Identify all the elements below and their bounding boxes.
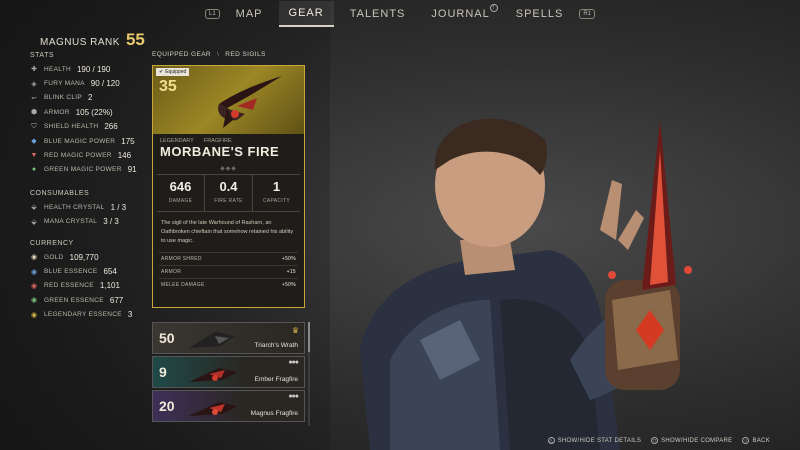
currency-green-essence[interactable]: ◉ GREEN ESSENCE 677	[30, 293, 132, 307]
stats-title: STATS	[30, 52, 55, 59]
equipped-tag: ✔ Equipped	[156, 68, 190, 76]
legendary-essence-icon: ◉	[30, 311, 38, 319]
item-stat-damage: 646 DAMAGE	[157, 175, 205, 211]
breadcrumb-red-sigils: RED SIGILS	[225, 51, 266, 58]
item-name: MORBANE'S FIRE	[160, 144, 280, 159]
sigil-name: Triarch's Wrath	[254, 342, 299, 349]
health-crystal-icon: ⬙	[31, 204, 37, 212]
journal-notification-icon: !	[489, 4, 498, 12]
crown-icon: ♛	[291, 326, 299, 335]
shield-icon: ⛉	[31, 122, 37, 130]
hint-compare[interactable]: □ SHOW/HIDE COMPARE	[651, 437, 732, 444]
green-essence-icon: ◉	[30, 297, 38, 305]
currency-legendary-essence[interactable]: ◉ LEGENDARY ESSENCE 3	[30, 308, 132, 322]
stat-fury-mana[interactable]: ◈ FURY MANA 90 / 120	[30, 76, 137, 90]
equipped-item-card[interactable]: ✔ Equipped 35 LEGENDARY FRAGFIRE MORBANE…	[152, 65, 305, 308]
tab-journal-label: JOURNAL	[431, 8, 490, 20]
card-divider: ◆◆◆	[220, 166, 237, 172]
l1-button-hint: L1	[204, 9, 220, 19]
stat-armor[interactable]: ⬢ ARMOR 105 (22%)	[30, 105, 137, 119]
stat-blink-clip[interactable]: ➵ BLINK CLIP 2	[30, 91, 137, 105]
mana-crystal-icon: ⬙	[31, 218, 37, 226]
equipped-tag-label: Equipped	[165, 69, 187, 75]
stat-red-magic[interactable]: ▼ RED MAGIC POWER 146	[30, 148, 137, 162]
tab-gear[interactable]: GEAR	[278, 1, 334, 27]
consumable-mana-crystal[interactable]: ⬙ MANA CRYSTAL 3 / 3	[30, 214, 126, 228]
more-options-icon[interactable]: ●●●	[288, 359, 299, 366]
sigil-level: 9	[159, 364, 167, 380]
r1-button-hint: R1	[579, 9, 596, 19]
consumables-title: CONSUMABLES	[30, 190, 90, 197]
sigil-weapon-icon	[189, 332, 235, 348]
currency-gold[interactable]: ◉ GOLD 109,770	[30, 250, 132, 264]
sigil-name: Ember Fragfire	[254, 376, 298, 383]
bonus-melee-damage: MELEE DAMAGE +50%	[159, 278, 298, 291]
hint-stat-details[interactable]: △ SHOW/HIDE STAT DETAILS	[547, 437, 642, 444]
sigil-weapon-icon	[189, 368, 237, 382]
consumables-list: ⬙ HEALTH CRYSTAL 1 / 3 ⬙ MANA CRYSTAL 3 / 3	[30, 200, 126, 229]
item-stat-fire-rate: 0.4 FIRE RATE	[205, 175, 253, 211]
item-stats: 646 DAMAGE 0.4 FIRE RATE 1 CAPACITY	[157, 174, 300, 212]
red-essence-icon: ◉	[30, 282, 38, 290]
control-hints: △ SHOW/HIDE STAT DETAILS □ SHOW/HIDE COM…	[547, 437, 770, 444]
sigil-weapon-icon	[218, 76, 282, 128]
item-type: LEGENDARY FRAGFIRE	[153, 134, 304, 144]
currency-blue-essence[interactable]: ◉ BLUE ESSENCE 654	[30, 264, 132, 278]
item-description: The sigil of the late Warhound of Rashar…	[161, 220, 294, 244]
blink-icon: ➵	[31, 94, 37, 102]
square-button-icon: □	[651, 437, 659, 444]
consumable-health-crystal[interactable]: ⬙ HEALTH CRYSTAL 1 / 3	[30, 200, 126, 214]
card-header-art: ✔ Equipped 35	[153, 66, 304, 134]
character-render	[360, 118, 692, 450]
magnus-rank: MAGNUS RANK 55	[40, 30, 145, 50]
item-stat-capacity: 1 CAPACITY	[262, 179, 291, 204]
more-options-icon[interactable]: ●●●	[288, 393, 299, 400]
sigil-name: Magnus Fragfire	[250, 410, 298, 417]
circle-button-icon: ○	[742, 437, 750, 444]
top-nav: L1 MAP GEAR TALENTS JOURNAL ! SPELLS R1	[0, 0, 800, 28]
armor-icon: ⬢	[30, 109, 38, 117]
green-magic-icon: ●	[31, 166, 37, 174]
fury-mana-icon: ◈	[31, 80, 37, 88]
currency-red-essence[interactable]: ◉ RED ESSENCE 1,101	[30, 279, 132, 293]
sigil-weapon-icon	[189, 402, 237, 416]
health-icon: ✚	[31, 66, 37, 74]
breadcrumb: EQUIPPED GEAR \ RED SIGILS	[152, 51, 266, 58]
bonus-armor: ARMOR +15	[159, 265, 298, 278]
tab-talents[interactable]: TALENTS	[340, 2, 416, 26]
tab-spells[interactable]: SPELLS	[506, 2, 574, 26]
check-icon: ✔	[159, 69, 164, 75]
breadcrumb-separator: \	[217, 51, 220, 58]
stat-shield-health[interactable]: ⛉ SHIELD HEALTH 266	[30, 120, 137, 134]
gold-icon: ◉	[30, 254, 38, 262]
breadcrumb-equipped-gear[interactable]: EQUIPPED GEAR	[152, 51, 211, 58]
rank-value: 55	[125, 30, 145, 49]
item-level: 35	[159, 78, 177, 95]
bonus-armor-shred: ARMOR SHRED +50%	[159, 252, 298, 265]
currency-title: CURRENCY	[30, 240, 74, 247]
red-magic-icon: ▼	[30, 152, 38, 160]
stat-green-magic[interactable]: ● GREEN MAGIC POWER 91	[30, 163, 137, 177]
hint-back[interactable]: ○ BACK	[742, 437, 770, 444]
sigil-item-ember-fragfire[interactable]: 9 ●●● Ember Fragfire	[152, 356, 305, 388]
item-bonuses: ARMOR SHRED +50% ARMOR +15 MELEE DAMAGE +50…	[159, 252, 298, 291]
stat-health[interactable]: ✚ HEALTH 190 / 190	[30, 62, 137, 76]
blue-magic-icon: ◆	[31, 138, 37, 146]
sigil-item-magnus-fragfire[interactable]: 20 ●●● Magnus Fragfire	[152, 390, 305, 422]
currency-list: ◉ GOLD 109,770 ◉ BLUE ESSENCE 654 ◉ RED ESSEN…	[30, 250, 132, 322]
sigil-item-triarchs-wrath[interactable]: 50 ♛ Triarch's Wrath	[152, 322, 305, 354]
triangle-button-icon: △	[547, 437, 555, 444]
rank-label: MAGNUS RANK	[40, 37, 120, 48]
tab-map[interactable]: MAP	[226, 2, 273, 26]
stats-list: ✚ HEALTH 190 / 190 ◈ FURY MANA 90 / 120 ➵ BLI…	[30, 62, 137, 177]
sigil-level: 50	[159, 330, 175, 346]
tab-journal[interactable]: JOURNAL !	[421, 2, 499, 26]
stat-blue-magic[interactable]: ◆ BLUE MAGIC POWER 175	[30, 134, 137, 148]
blue-essence-icon: ◉	[30, 268, 38, 276]
sigil-level: 20	[159, 398, 175, 414]
sigil-list-scrollbar[interactable]	[308, 322, 310, 426]
